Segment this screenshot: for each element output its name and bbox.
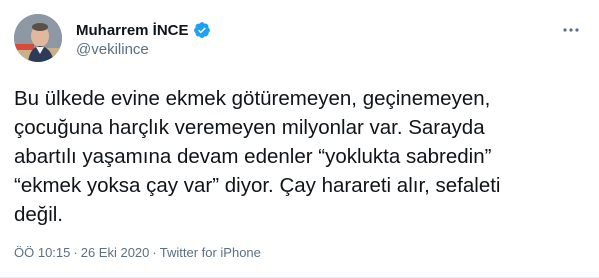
tweet-card: Muharrem İNCE @vekilince Bu ülkede evine…: [0, 0, 599, 278]
meta-separator: ·: [152, 245, 157, 260]
tweet-date[interactable]: 26 Eki 2020: [81, 245, 150, 260]
tweet-time[interactable]: ÖÖ 10:15: [14, 245, 70, 260]
author-display-name[interactable]: Muharrem İNCE: [76, 22, 189, 39]
avatar[interactable]: [14, 14, 62, 62]
meta-separator: ·: [73, 245, 78, 260]
author-name-row[interactable]: Muharrem İNCE: [76, 20, 211, 40]
avatar-image: [14, 14, 62, 62]
tweet-text: Bu ülkede evine ekmek götüremeyen, geçin…: [14, 87, 501, 226]
verified-badge-icon: [193, 21, 211, 39]
tweet-source[interactable]: Twitter for iPhone: [160, 245, 261, 260]
more-options-icon[interactable]: [561, 20, 581, 40]
tweet-meta: ÖÖ 10:15 · 26 Eki 2020 · Twitter for iPh…: [14, 245, 261, 260]
author-handle[interactable]: @vekilince: [76, 41, 149, 58]
